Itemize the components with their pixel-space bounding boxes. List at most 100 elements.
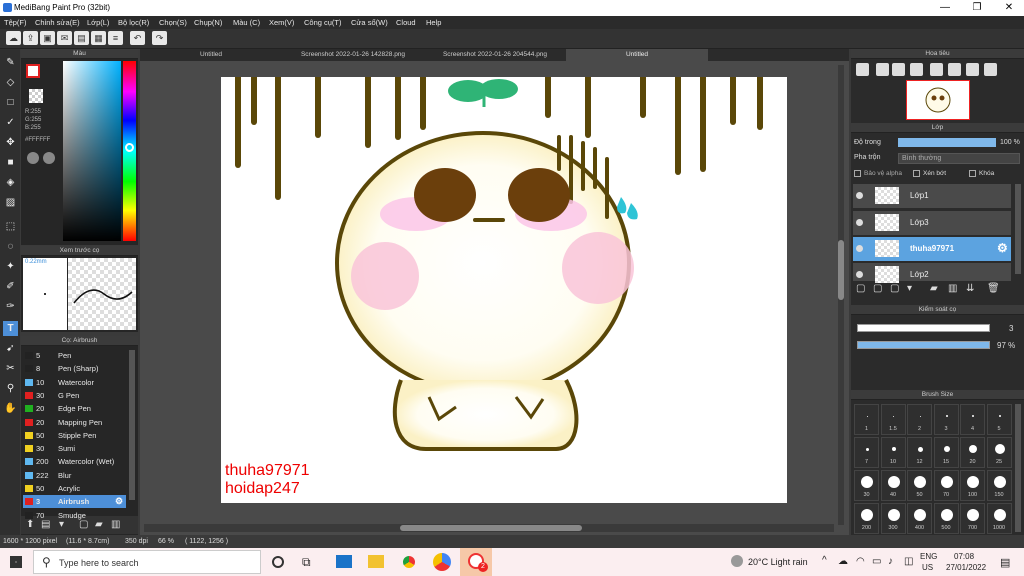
color-wheel-icon[interactable] bbox=[43, 152, 55, 164]
magic-wand-icon[interactable]: ✦ bbox=[3, 259, 18, 274]
lang-line-1[interactable]: ENG bbox=[920, 552, 937, 561]
brush-opacity-slider[interactable] bbox=[857, 341, 990, 349]
weather-icon[interactable] bbox=[731, 555, 743, 567]
eye-icon[interactable] bbox=[856, 245, 863, 252]
brush-item[interactable]: 200 Watercolor (Wet) bbox=[23, 455, 126, 468]
menu-filter[interactable]: Bộ lọc(R) bbox=[118, 18, 149, 27]
close-icon[interactable]: ✕ bbox=[994, 0, 1024, 16]
gradient-tool-icon[interactable]: ▨ bbox=[3, 195, 18, 210]
maximize-icon[interactable]: ❐ bbox=[962, 0, 992, 16]
chrome-profile-icon[interactable] bbox=[433, 553, 451, 571]
layer-row[interactable]: thuha97971 ⚙ bbox=[853, 237, 1011, 261]
eye-icon[interactable] bbox=[856, 219, 863, 226]
brush-size-slider[interactable] bbox=[857, 324, 990, 332]
brush-size-cell[interactable]: 200 bbox=[854, 503, 879, 534]
vertical-scroll-thumb[interactable] bbox=[838, 240, 844, 300]
menu-window[interactable]: Cửa sổ(W) bbox=[351, 18, 388, 27]
cortana-icon[interactable] bbox=[272, 556, 284, 568]
brush-item[interactable]: 70 Smudge bbox=[23, 509, 126, 522]
file-explorer-icon[interactable] bbox=[368, 555, 384, 568]
eraser-tool-icon[interactable]: ◇ bbox=[3, 75, 18, 90]
comment-icon[interactable]: ✉ bbox=[57, 31, 72, 45]
eye-icon[interactable] bbox=[856, 192, 863, 199]
windows-start-icon[interactable] bbox=[10, 556, 22, 568]
hand-tool-icon[interactable]: ✋ bbox=[3, 401, 18, 416]
notification-center-icon[interactable]: ▤ bbox=[1000, 556, 1010, 569]
blend-mode-select[interactable]: Bình thường bbox=[898, 153, 1020, 164]
chrome-icon[interactable] bbox=[400, 553, 418, 571]
lasso-tool-icon[interactable]: ◌ bbox=[3, 239, 18, 254]
lock-checkbox[interactable] bbox=[969, 170, 976, 177]
brush-size-cell[interactable]: 2 bbox=[907, 404, 932, 435]
reset-rotation-icon[interactable] bbox=[966, 63, 979, 76]
brush-item[interactable]: 222 Blur bbox=[23, 469, 126, 482]
brush-item[interactable]: 30 Sumi bbox=[23, 442, 126, 455]
brush-tool-icon[interactable]: ✎ bbox=[3, 55, 18, 70]
brush-size-cell[interactable]: 7 bbox=[854, 437, 879, 468]
menu-color[interactable]: Màu (C) bbox=[233, 18, 260, 27]
tab-screenshot-1[interactable]: Screenshot 2022-01-26 142828.png bbox=[282, 49, 424, 61]
onedrive-icon[interactable]: ☁ bbox=[838, 556, 848, 567]
text-tool-icon[interactable]: T bbox=[3, 321, 18, 336]
mail-icon[interactable] bbox=[336, 555, 352, 568]
saturation-value-picker[interactable] bbox=[63, 61, 121, 241]
actual-size-icon[interactable] bbox=[910, 63, 923, 76]
eyedropper-icon[interactable]: ⚲ bbox=[3, 381, 18, 396]
layer-settings-icon[interactable]: ⚙ bbox=[997, 241, 1008, 255]
foreground-color-swatch[interactable] bbox=[26, 64, 40, 78]
rotate-right-icon[interactable] bbox=[948, 63, 961, 76]
tab-untitled-active[interactable]: Untitled bbox=[566, 49, 708, 61]
horizontal-scroll-thumb[interactable] bbox=[400, 525, 582, 531]
screen-icon[interactable]: ▤ bbox=[74, 31, 89, 45]
move-tool-icon[interactable]: ✥ bbox=[3, 135, 18, 150]
horizontal-scrollbar[interactable] bbox=[144, 524, 834, 532]
eye-icon[interactable] bbox=[856, 271, 863, 278]
list-icon[interactable]: ≡ bbox=[108, 31, 123, 45]
brush-item[interactable]: 50 Stipple Pen bbox=[23, 429, 126, 442]
clock-time[interactable]: 07:08 bbox=[954, 552, 974, 561]
brush-size-scrollbar[interactable] bbox=[1015, 404, 1021, 532]
brush-size-cell[interactable]: 700 bbox=[960, 503, 985, 534]
clipping-checkbox[interactable] bbox=[913, 170, 920, 177]
select-tool-icon[interactable]: ⬚ bbox=[3, 219, 18, 234]
brush-size-cell[interactable]: 40 bbox=[880, 470, 906, 501]
menu-help[interactable]: Help bbox=[426, 18, 441, 27]
delete-layer-icon[interactable]: 🗑 bbox=[987, 283, 1000, 294]
menu-view[interactable]: Xem(V) bbox=[269, 18, 294, 27]
battery-icon[interactable]: ▭ bbox=[872, 556, 881, 567]
brush-item[interactable]: 20 Edge Pen bbox=[23, 402, 126, 415]
tab-untitled-1[interactable]: Untitled bbox=[140, 49, 282, 61]
dot-tool-icon[interactable]: ✓ bbox=[3, 115, 18, 130]
brush-size-cell[interactable]: 100 bbox=[960, 470, 985, 501]
brush-size-cell[interactable]: 30 bbox=[854, 470, 879, 501]
grid-icon[interactable]: ▦ bbox=[91, 31, 106, 45]
protect-alpha-checkbox[interactable] bbox=[854, 170, 861, 177]
brush-size-cell[interactable]: 12 bbox=[907, 437, 932, 468]
task-view-icon[interactable]: ⧉ bbox=[302, 555, 311, 570]
palette-icon[interactable] bbox=[27, 152, 39, 164]
brush-size-cell[interactable]: 1.5 bbox=[880, 404, 906, 435]
undo-icon[interactable]: ↶ bbox=[130, 31, 145, 45]
brush-size-cell[interactable]: 5 bbox=[986, 404, 1012, 435]
rotate-left-icon[interactable] bbox=[930, 63, 943, 76]
brush-size-cell[interactable]: 20 bbox=[960, 437, 985, 468]
menu-select[interactable]: Chọn(S) bbox=[159, 18, 187, 27]
new-layer-icon[interactable]: ▢ bbox=[856, 283, 865, 294]
duplicate-layer-icon[interactable]: ▥ bbox=[948, 283, 957, 294]
brush-size-cell[interactable]: 1 bbox=[854, 404, 879, 435]
brush-item[interactable]: 8 Pen (Sharp) bbox=[23, 362, 126, 375]
minimize-icon[interactable]: — bbox=[930, 0, 960, 16]
chevron-up-icon[interactable]: ^ bbox=[822, 555, 827, 566]
brush-item[interactable]: 3 Airbrush ⚙ bbox=[23, 495, 126, 509]
search-box[interactable]: ⚲ Type here to search bbox=[33, 550, 261, 574]
brush-size-cell[interactable]: 150 bbox=[986, 470, 1012, 501]
wifi-icon[interactable]: ◠ bbox=[856, 556, 865, 567]
cloud-icon[interactable]: ☁ bbox=[6, 31, 21, 45]
brush-size-cell[interactable]: 500 bbox=[933, 503, 959, 534]
save-icon[interactable]: ▣ bbox=[40, 31, 55, 45]
brush-size-cell[interactable]: 4 bbox=[960, 404, 985, 435]
fit-icon[interactable] bbox=[892, 63, 905, 76]
brush-size-cell[interactable]: 25 bbox=[986, 437, 1012, 468]
layer-row[interactable]: Lớp3 bbox=[853, 211, 1011, 235]
zoom-out-icon[interactable] bbox=[876, 63, 889, 76]
